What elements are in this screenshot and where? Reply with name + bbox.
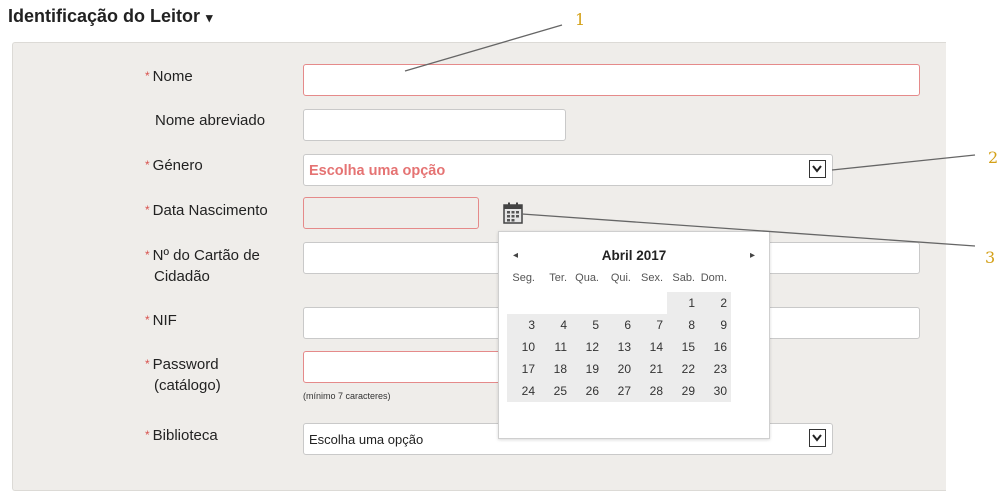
day-cell[interactable]: 17 bbox=[507, 358, 539, 380]
nif-label-text: NIF bbox=[152, 312, 177, 329]
day-cell-empty bbox=[507, 292, 539, 314]
day-cell[interactable]: 6 bbox=[603, 314, 635, 336]
day-cell[interactable]: 24 bbox=[507, 380, 539, 402]
day-cell[interactable]: 29 bbox=[667, 380, 699, 402]
week-row: 1 2 bbox=[507, 292, 731, 314]
day-cell[interactable]: 20 bbox=[603, 358, 635, 380]
short-name-input[interactable] bbox=[303, 109, 566, 141]
day-cell[interactable]: 13 bbox=[603, 336, 635, 358]
required-mark: * bbox=[145, 357, 150, 371]
password-hint: (mínimo 7 caracteres) bbox=[303, 391, 391, 401]
day-cell[interactable]: 28 bbox=[635, 380, 667, 402]
calendar-icon[interactable] bbox=[503, 202, 523, 224]
nif-label: * NIF bbox=[145, 310, 177, 331]
weekday-label: Qua. bbox=[575, 272, 599, 284]
chevron-down-icon[interactable]: ▾ bbox=[206, 10, 213, 25]
weekday-label: Ter. bbox=[549, 272, 567, 284]
password-input[interactable] bbox=[303, 351, 503, 383]
library-select-value: Escolha uma opção bbox=[309, 432, 424, 447]
password-label-line1: Password bbox=[152, 356, 219, 373]
name-label: * Nome bbox=[145, 66, 193, 87]
day-cell[interactable]: 18 bbox=[539, 358, 571, 380]
datepicker-month-year: Abril 2017 bbox=[499, 248, 769, 263]
birthdate-label: * Data Nascimento bbox=[145, 200, 268, 221]
day-cell[interactable]: 11 bbox=[539, 336, 571, 358]
day-cell[interactable]: 14 bbox=[635, 336, 667, 358]
weekday-label: Sex. bbox=[640, 272, 663, 284]
library-label: * Biblioteca bbox=[145, 425, 218, 446]
section-title[interactable]: Identificação do Leitor ▾ bbox=[8, 6, 213, 27]
gender-select-value: Escolha uma opção bbox=[309, 163, 446, 179]
section-title-text: Identificação do Leitor bbox=[8, 6, 201, 26]
day-cell-empty bbox=[571, 292, 603, 314]
library-label-text: Biblioteca bbox=[152, 427, 218, 444]
weekday-label: Seg. bbox=[512, 272, 535, 284]
weekday-label: Dom. bbox=[700, 272, 727, 284]
required-mark: * bbox=[145, 428, 150, 442]
day-cell[interactable]: 2 bbox=[699, 292, 731, 314]
citizen-card-label-line1: Nº do Cartão de bbox=[152, 247, 260, 264]
chevron-down-icon[interactable] bbox=[809, 160, 826, 178]
birthdate-input[interactable] bbox=[303, 197, 479, 229]
day-cell[interactable]: 5 bbox=[571, 314, 603, 336]
day-cell[interactable]: 3 bbox=[507, 314, 539, 336]
week-row: 10 11 12 13 14 15 16 bbox=[507, 336, 731, 358]
gender-label: * Género bbox=[145, 155, 203, 176]
day-cell[interactable]: 19 bbox=[571, 358, 603, 380]
name-label-text: Nome bbox=[152, 68, 193, 85]
day-cell[interactable]: 23 bbox=[699, 358, 731, 380]
day-cell[interactable]: 25 bbox=[539, 380, 571, 402]
day-cell[interactable]: 27 bbox=[603, 380, 635, 402]
citizen-card-label-line2: Cidadão bbox=[154, 268, 210, 285]
required-mark: * bbox=[145, 313, 150, 327]
gender-label-text: Género bbox=[152, 157, 203, 174]
day-cell[interactable]: 10 bbox=[507, 336, 539, 358]
short-name-label: Nome abreviado bbox=[155, 112, 266, 129]
birthdate-label-text: Data Nascimento bbox=[152, 202, 268, 219]
annotation-2: 2 bbox=[988, 148, 999, 167]
required-mark: * bbox=[145, 248, 150, 262]
day-cell[interactable]: 26 bbox=[571, 380, 603, 402]
required-mark: * bbox=[145, 158, 150, 172]
datepicker-popup: ◂ Abril 2017 ▸ Seg. Ter. Qua. Qui. Sex. … bbox=[498, 231, 770, 439]
day-cell-empty bbox=[635, 292, 667, 314]
name-input[interactable] bbox=[303, 64, 920, 96]
datepicker-grid: Seg. Ter. Qua. Qui. Sex. Sab. Dom. 1 2 3… bbox=[507, 272, 731, 402]
week-row: 17 18 19 20 21 22 23 bbox=[507, 358, 731, 380]
weekday-label: Qui. bbox=[610, 272, 631, 284]
day-cell-empty bbox=[603, 292, 635, 314]
chevron-down-icon[interactable] bbox=[809, 429, 826, 447]
day-cell[interactable]: 8 bbox=[667, 314, 699, 336]
required-mark: * bbox=[145, 203, 150, 217]
weekday-label: Sab. bbox=[672, 272, 695, 284]
datepicker-year: 2017 bbox=[636, 248, 667, 263]
day-cell[interactable]: 12 bbox=[571, 336, 603, 358]
day-cell[interactable]: 21 bbox=[635, 358, 667, 380]
password-label: * Password (catálogo) bbox=[145, 354, 221, 396]
citizen-card-label: * Nº do Cartão de Cidadão bbox=[145, 245, 260, 287]
day-cell[interactable]: 4 bbox=[539, 314, 571, 336]
day-cell[interactable]: 1 bbox=[667, 292, 699, 314]
week-row: 24 25 26 27 28 29 30 bbox=[507, 380, 731, 402]
day-cell[interactable]: 30 bbox=[699, 380, 731, 402]
week-row: 3 4 5 6 7 8 9 bbox=[507, 314, 731, 336]
day-cell[interactable]: 15 bbox=[667, 336, 699, 358]
datepicker-month: Abril bbox=[601, 248, 633, 263]
next-month-button[interactable]: ▸ bbox=[750, 250, 755, 261]
password-label-line2: (catálogo) bbox=[154, 377, 221, 394]
weekday-header: Seg. Ter. Qua. Qui. Sex. Sab. Dom. bbox=[507, 272, 731, 292]
day-cell[interactable]: 16 bbox=[699, 336, 731, 358]
day-cell[interactable]: 22 bbox=[667, 358, 699, 380]
day-cell-empty bbox=[539, 292, 571, 314]
day-cell[interactable]: 9 bbox=[699, 314, 731, 336]
annotation-1: 1 bbox=[575, 10, 586, 29]
day-cell[interactable]: 7 bbox=[635, 314, 667, 336]
annotation-3: 3 bbox=[985, 248, 996, 267]
required-mark: * bbox=[145, 69, 150, 83]
gender-select[interactable]: Escolha uma opção bbox=[303, 154, 833, 186]
